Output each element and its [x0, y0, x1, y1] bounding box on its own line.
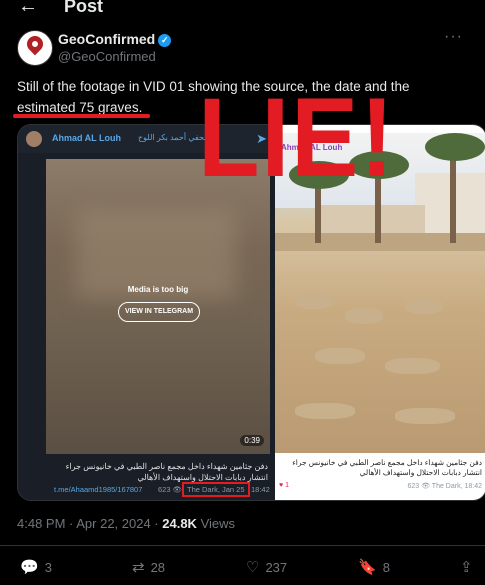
heart-reaction-icon: ♥ 1: [279, 482, 290, 489]
telegram-caption: دفن جثامين شهداء داخل مجمع ناصر الطبي في…: [65, 462, 268, 482]
reply-icon: 💬: [20, 559, 39, 576]
tweet-meta: 4:48 PM · Apr 22, 2024 · 24.8K Views: [17, 516, 236, 531]
media-notice: Media is too big: [127, 285, 189, 294]
map-pin-icon: [23, 32, 47, 56]
view-in-telegram-button: VIEW IN TELEGRAM: [118, 302, 200, 322]
arrow-left-icon[interactable]: ←: [18, 0, 38, 18]
underline-annotation: [13, 114, 150, 118]
action-bar: 💬 3 ⇄ 28 ♡ 237 🔖 8 ⇪: [0, 558, 485, 580]
repost-icon: ⇄: [132, 559, 145, 576]
heart-icon: ♡: [246, 559, 260, 576]
photo-stats: 623 👁 The Dark, 18:42: [407, 483, 482, 490]
share-button[interactable]: ⇪: [460, 558, 479, 576]
photo-footer: ♥ 1 623 👁 The Dark, 18:42: [279, 482, 482, 494]
avatar[interactable]: [17, 30, 53, 66]
view-count[interactable]: 24.8K: [162, 516, 197, 531]
channel-name: Ahmad AL Louh: [52, 133, 121, 143]
telegram-views: 623 👁: [158, 485, 183, 494]
telegram-footer: t.me/Ahaamd1985/167807 623 👁 The Dark, J…: [46, 482, 270, 497]
share-icon: ⇪: [460, 559, 473, 576]
more-options-icon[interactable]: ···: [444, 28, 463, 46]
channel-avatar: [26, 131, 42, 147]
page-title: Post: [64, 0, 104, 16]
telegram-link: t.me/Ahaamd1985/167807: [54, 485, 143, 494]
photo-caption: دفن جثامين شهداء داخل مجمع ناصر الطبي في…: [292, 458, 482, 477]
like-button[interactable]: ♡ 237: [246, 558, 287, 576]
bookmark-icon: 🔖: [358, 559, 377, 576]
telegram-date-highlight: The Dark, Jan 25: [182, 482, 250, 497]
lie-overlay-text: LIE!: [198, 75, 396, 200]
bookmark-button[interactable]: 🔖 8: [358, 558, 390, 576]
tweet-author: GeoConfirmed ✓ @GeoConfirmed ···: [17, 28, 477, 70]
divider: [0, 545, 485, 546]
author-handle[interactable]: @GeoConfirmed: [58, 49, 156, 64]
top-bar: ← Post: [0, 0, 485, 18]
video-duration: 0:39: [240, 435, 264, 446]
verified-badge-icon: ✓: [158, 34, 172, 47]
author-name[interactable]: GeoConfirmed ✓: [58, 31, 172, 47]
blurred-video: Media is too big VIEW IN TELEGRAM 0:39: [46, 159, 270, 454]
repost-button[interactable]: ⇄ 28: [132, 558, 165, 576]
reply-button[interactable]: 💬 3: [20, 558, 52, 576]
telegram-time: 18:42: [251, 485, 270, 494]
